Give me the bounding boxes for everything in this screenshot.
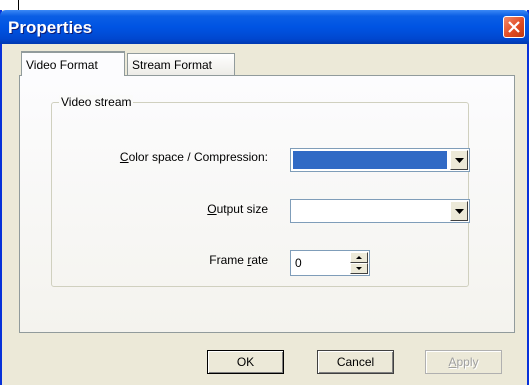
tab-label: Stream Format xyxy=(132,58,213,72)
selected-value xyxy=(293,202,447,220)
frame-rate-value[interactable]: 0 xyxy=(295,256,302,270)
tab-label: Video Format xyxy=(26,58,98,72)
chevron-down-icon xyxy=(455,158,464,163)
spin-up-button[interactable] xyxy=(350,252,368,263)
tab-panel-video-format: Video stream Color space / Compression: … xyxy=(19,75,515,333)
close-button[interactable] xyxy=(503,16,525,38)
group-label: Video stream xyxy=(59,95,134,109)
apply-button[interactable]: Apply xyxy=(425,350,502,374)
arrow-up-icon xyxy=(356,256,362,259)
color-space-select[interactable] xyxy=(290,148,470,172)
frame-rate-label: Frame rate xyxy=(209,253,268,267)
background-stroke xyxy=(18,0,19,10)
color-space-label: Color space / Compression: xyxy=(119,150,268,164)
close-icon xyxy=(508,21,520,33)
output-size-label: Output size xyxy=(207,202,268,216)
window-title: Properties xyxy=(8,18,93,37)
tab-stream-format[interactable]: Stream Format xyxy=(127,53,235,76)
cancel-button[interactable]: Cancel xyxy=(317,350,394,374)
arrow-down-icon xyxy=(356,267,362,270)
chevron-down-icon xyxy=(455,209,464,214)
selected-highlight xyxy=(293,151,447,169)
dropdown-button[interactable] xyxy=(450,201,468,221)
dropdown-button[interactable] xyxy=(450,150,468,170)
spin-down-button[interactable] xyxy=(350,263,368,274)
title-bar[interactable]: Properties xyxy=(0,10,529,44)
ok-button[interactable]: OK xyxy=(207,350,284,374)
tab-video-format[interactable]: Video Format xyxy=(21,51,125,76)
output-size-select[interactable] xyxy=(290,199,470,223)
frame-rate-spinner[interactable]: 0 xyxy=(290,250,370,276)
